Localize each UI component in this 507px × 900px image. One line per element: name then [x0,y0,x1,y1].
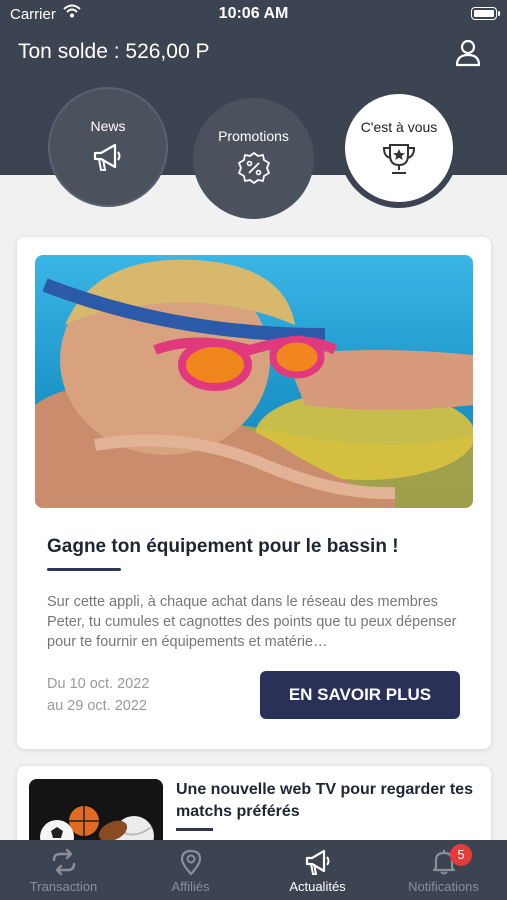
swimming-child-image [35,255,473,508]
balance-label: Ton solde : 526,00 P [18,40,210,63]
tab-notifications-label: Notifications [408,879,479,894]
featured-news-title: Gagne ton équipement pour le bassin ! [47,536,399,557]
news-item-title: Une nouvelle web TV pour regarder tes ma… [176,781,473,820]
transfer-icon [52,848,75,876]
tab-bar: Transaction Affiliés Actualités Notifica… [0,840,507,900]
date-end: au 29 oct. 2022 [47,698,147,714]
category-cest-a-vous[interactable]: C'est à vous [339,88,459,208]
battery-icon [471,7,500,20]
status-time: 10:06 AM [218,5,289,22]
megaphone-icon [305,849,329,875]
featured-news-description: Sur cette appli, à chaque achat dans le … [47,594,457,650]
date-start: Du 10 oct. 2022 [47,676,150,692]
category-promotions-label: Promotions [218,128,289,144]
learn-more-button[interactable]: EN SAVOIR PLUS [260,671,460,719]
profile-icon[interactable] [453,38,483,68]
category-promotions[interactable]: Promotions [193,98,314,219]
percent-badge-icon [237,152,270,184]
tab-transaction-label: Transaction [29,879,98,894]
tab-transaction[interactable]: Transaction [0,840,127,900]
category-news[interactable]: News [48,87,168,207]
tab-notifications[interactable]: Notifications 5 [380,840,507,900]
category-news-label: News [90,118,126,134]
tab-actualites[interactable]: Actualités [254,840,381,900]
location-pin-icon [180,849,201,876]
trophy-icon [382,144,416,174]
category-cest-a-vous-label: C'est à vous [360,119,438,135]
megaphone-icon [93,143,121,171]
featured-news-card[interactable]: Gagne ton équipement pour le bassin ! Su… [17,237,491,749]
status-bar: Carrier 10:06 AM [0,0,507,28]
tab-actualites-label: Actualités [289,879,346,894]
title-underline [47,568,121,571]
notification-count-badge: 5 [450,844,472,866]
news-item-underline [176,828,213,831]
tab-affilies-label: Affiliés [171,879,210,894]
tab-affilies[interactable]: Affiliés [127,840,254,900]
